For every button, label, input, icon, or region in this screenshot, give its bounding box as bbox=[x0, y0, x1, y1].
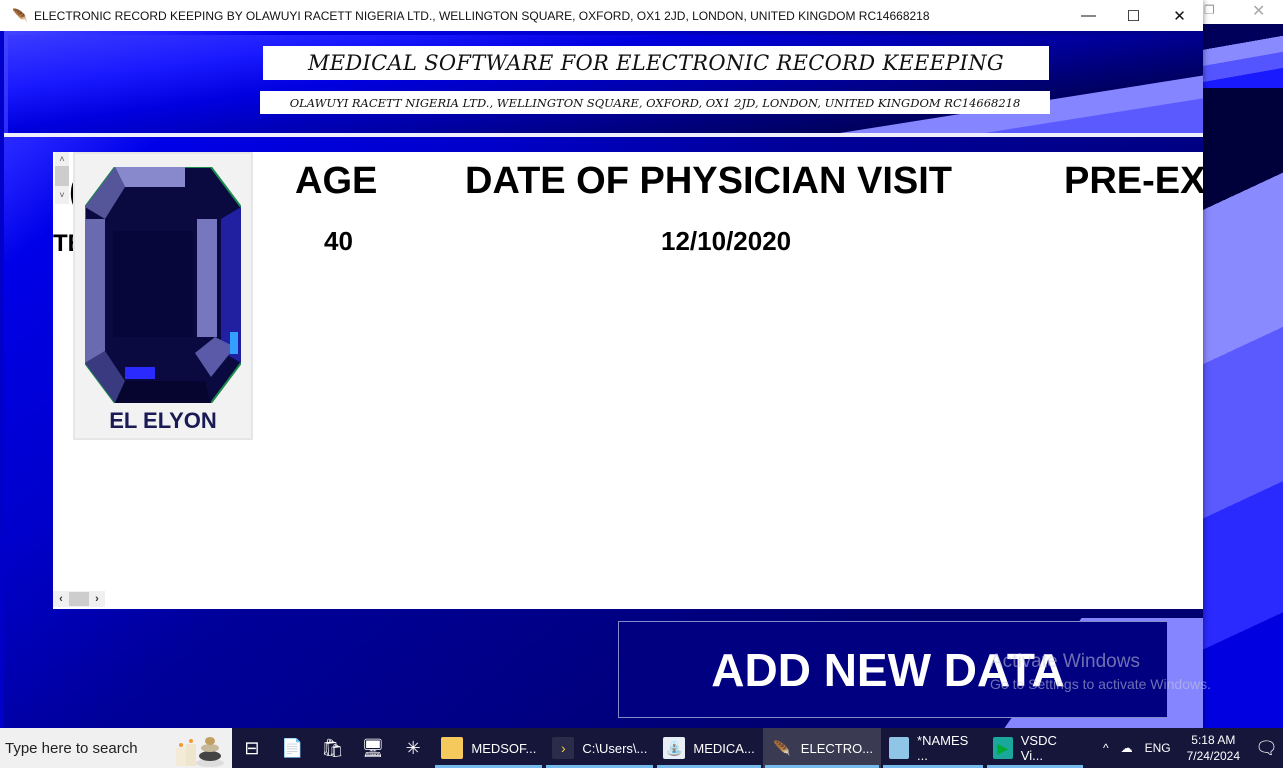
taskbar-app-medsoft[interactable]: MEDSOF... bbox=[433, 728, 544, 768]
notepad-icon bbox=[889, 737, 910, 759]
scroll-up-button[interactable]: ˄ bbox=[55, 152, 69, 166]
add-new-data-button[interactable]: ADD NEW DATA bbox=[618, 621, 1168, 718]
divider bbox=[4, 133, 1203, 137]
scroll-thumb[interactable] bbox=[55, 166, 69, 186]
add-new-data-label: ADD NEW DATA bbox=[711, 643, 1065, 696]
client-area: MEDICAL SOFTWARE FOR ELECTRONIC RECORD K… bbox=[4, 31, 1203, 728]
restore-icon[interactable]: ❐ bbox=[1204, 3, 1215, 17]
slack-icon[interactable]: ✳ bbox=[393, 728, 433, 768]
banner-title: MEDICAL SOFTWARE FOR ELECTRONIC RECORD K… bbox=[263, 46, 1049, 80]
clock[interactable]: 5:18 AM 7/24/2024 bbox=[1187, 732, 1240, 764]
medical-app-icon: ⛲ bbox=[663, 737, 686, 759]
title-bar[interactable]: 🪶 ELECTRONIC RECORD KEEPING BY OLAWUYI R… bbox=[0, 0, 1203, 31]
feather-icon: 🪶 bbox=[773, 739, 791, 756]
python-console-icon: › bbox=[552, 737, 575, 759]
taskbar-app-vsdc[interactable]: ▶ VSDC Vi... bbox=[985, 728, 1085, 768]
taskbar-app-label: C:\Users\... bbox=[582, 740, 648, 756]
notifications-icon[interactable]: 🗨 bbox=[1250, 738, 1283, 759]
taskbar-app-medical[interactable]: ⛲ MEDICA... bbox=[655, 728, 762, 768]
language-indicator[interactable]: ENG bbox=[1145, 741, 1171, 755]
search-placeholder: Type here to search bbox=[5, 739, 138, 757]
taskbar-app-console[interactable]: › C:\Users\... bbox=[544, 728, 655, 768]
remote-desktop-icon[interactable]: 🖥 bbox=[353, 728, 393, 768]
taskbar-app-notepad[interactable]: *NAMES ... bbox=[881, 728, 985, 768]
taskbar-app-label: *NAMES ... bbox=[917, 733, 969, 763]
patient-name: EL ELYON bbox=[109, 408, 217, 433]
column-header-pre-existing: PRE-EX bbox=[1064, 160, 1203, 202]
header-banner: MEDICAL SOFTWARE FOR ELECTRONIC RECORD K… bbox=[8, 35, 1203, 133]
banner-subtitle: OLAWUYI RACETT NIGERIA LTD., WELLINGTON … bbox=[260, 91, 1050, 114]
vsdc-icon: ▶ bbox=[992, 737, 1013, 759]
background-window-titlebar[interactable]: ❐ ✕ bbox=[1190, 0, 1283, 24]
scroll-down-button[interactable]: ˅ bbox=[55, 188, 69, 202]
background-window[interactable]: ❐ ✕ bbox=[1190, 0, 1283, 728]
candles-stones-icon bbox=[175, 737, 224, 767]
store-icon[interactable]: 🛍 bbox=[312, 728, 352, 768]
sapphire-gem-image bbox=[85, 167, 241, 403]
main-window: 🪶 ELECTRONIC RECORD KEEPING BY OLAWUYI R… bbox=[0, 0, 1203, 728]
taskbar-app-label: ELECTRO... bbox=[800, 740, 874, 756]
maximize-button[interactable]: ☐ bbox=[1111, 0, 1156, 31]
records-panel: ( TE ˄ ˅ bbox=[53, 152, 1203, 609]
close-icon[interactable]: ✕ bbox=[1252, 1, 1265, 21]
minimize-button[interactable]: — bbox=[1066, 0, 1111, 31]
taskbar-app-label: MEDSOF... bbox=[471, 740, 537, 756]
clock-time: 5:18 AM bbox=[1191, 733, 1236, 747]
vertical-scrollbar[interactable]: ˄ ˅ bbox=[55, 152, 69, 204]
window-title: ELECTRONIC RECORD KEEPING BY OLAWUYI RAC… bbox=[34, 8, 930, 23]
system-tray: ^ ☁ ENG bbox=[1097, 741, 1177, 755]
scroll-thumb[interactable] bbox=[69, 592, 89, 606]
network-off-icon[interactable]: ☁ bbox=[1121, 741, 1133, 755]
cell-date-of-visit: 12/10/2020 bbox=[661, 226, 792, 256]
taskbar-app-label: MEDICA... bbox=[693, 740, 755, 756]
patient-photo-card: EL ELYON bbox=[73, 152, 253, 440]
folder-icon bbox=[441, 737, 464, 759]
taskbar-app-electro[interactable]: 🪶 ELECTRO... bbox=[762, 728, 882, 768]
background-banner bbox=[1190, 24, 1283, 88]
close-button[interactable]: ✕ bbox=[1157, 0, 1202, 31]
clock-date: 7/24/2024 bbox=[1186, 749, 1241, 763]
task-view-icon[interactable]: ⊟ bbox=[232, 728, 272, 768]
scroll-left-button[interactable]: ‹ bbox=[53, 591, 69, 607]
column-header-age: AGE bbox=[295, 160, 378, 202]
column-header-date-of-visit: DATE OF PHYSICIAN VISIT bbox=[465, 160, 953, 202]
taskbar-app-label: VSDC Vi... bbox=[1020, 733, 1057, 763]
cell-age: 40 bbox=[324, 226, 353, 256]
feather-icon: 🪶 bbox=[12, 7, 29, 23]
python-file-icon[interactable]: 📄 bbox=[272, 728, 312, 768]
taskbar: Type here to search ⊟ 📄 🛍 🖥 ✳ MEDSOF... … bbox=[0, 728, 1283, 768]
scroll-right-button[interactable]: › bbox=[89, 591, 105, 607]
taskbar-search[interactable]: Type here to search bbox=[0, 728, 232, 768]
tray-chevron-icon[interactable]: ^ bbox=[1103, 741, 1109, 755]
horizontal-scrollbar[interactable]: ‹ › bbox=[53, 591, 105, 607]
